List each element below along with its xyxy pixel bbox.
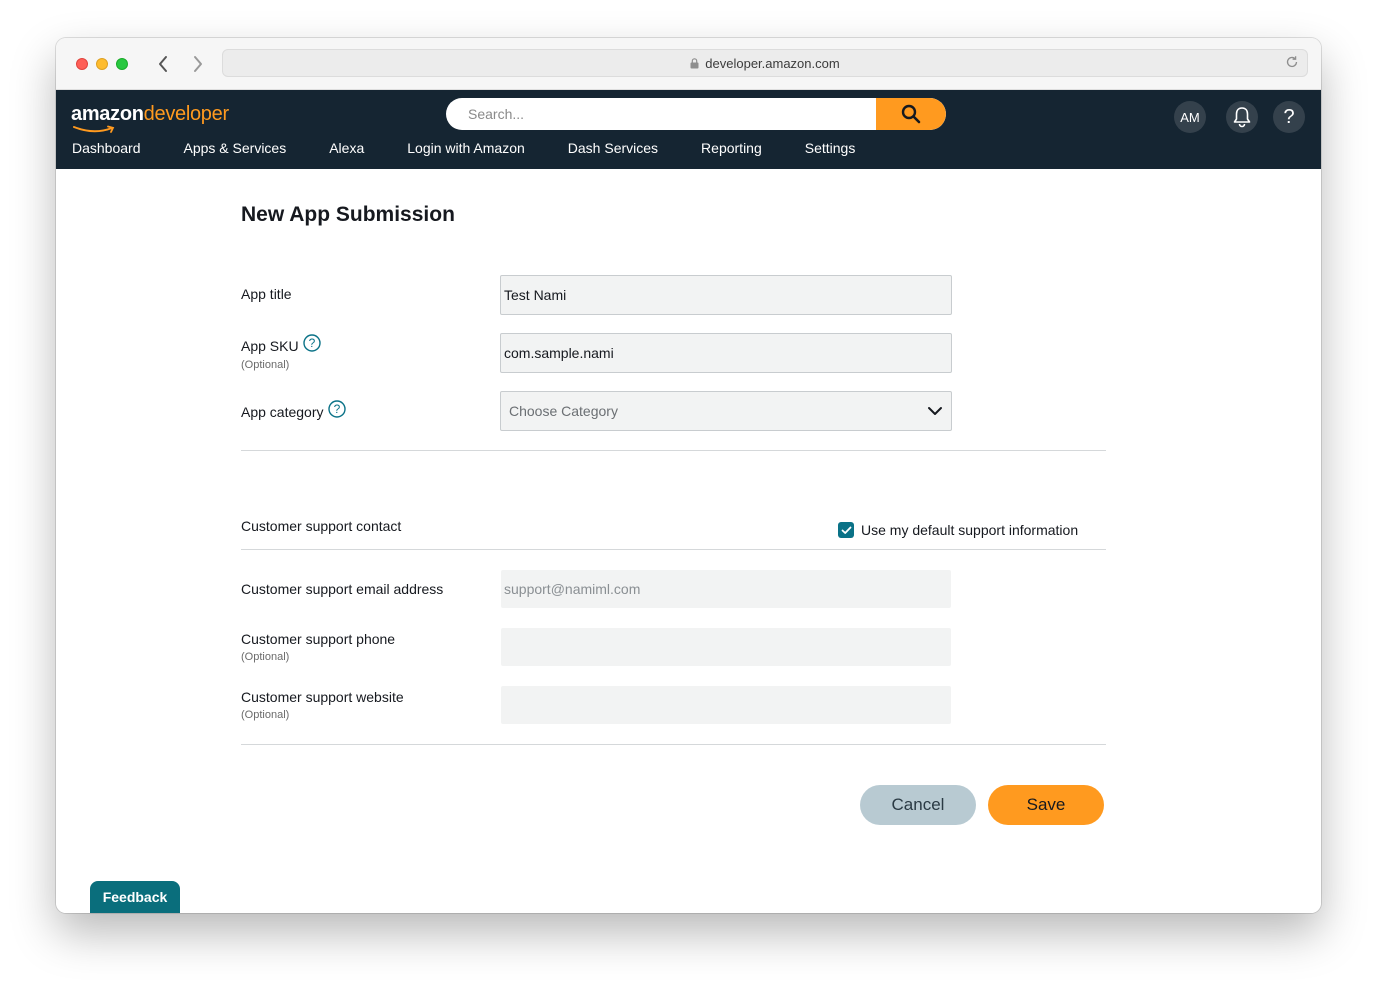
- reload-icon[interactable]: [1285, 55, 1299, 69]
- main-content: New App Submission App title App SKU ? (…: [56, 169, 1321, 913]
- help-button[interactable]: ?: [1273, 101, 1305, 133]
- feedback-button[interactable]: Feedback: [90, 881, 180, 913]
- save-button[interactable]: Save: [988, 785, 1104, 825]
- nav-dash-services[interactable]: Dash Services: [568, 140, 658, 156]
- support-contact-label-text: Customer support contact: [241, 518, 402, 534]
- logo-amazon-text: amazon: [71, 103, 144, 125]
- section-divider: [241, 549, 1106, 550]
- nav-login-with-amazon[interactable]: Login with Amazon: [407, 140, 525, 156]
- notifications-button[interactable]: [1226, 101, 1258, 133]
- support-website-label-text: Customer support website: [241, 689, 404, 705]
- app-sku-input[interactable]: [500, 333, 952, 373]
- support-phone-label: Customer support phone: [241, 631, 395, 647]
- app-title-label-text: App title: [241, 286, 292, 302]
- zoom-window-button[interactable]: [116, 58, 128, 70]
- support-website-label: Customer support website: [241, 689, 404, 705]
- user-avatar-button[interactable]: AM: [1174, 101, 1206, 133]
- lock-icon: [690, 57, 699, 69]
- close-window-button[interactable]: [76, 58, 88, 70]
- app-sku-label: App SKU ?: [241, 334, 321, 354]
- search-button[interactable]: [876, 98, 946, 130]
- app-sku-label-text: App SKU: [241, 338, 299, 354]
- nav-alexa[interactable]: Alexa: [329, 140, 364, 156]
- app-sku-optional: (Optional): [241, 359, 290, 371]
- support-website-optional: (Optional): [241, 709, 290, 721]
- page-title: New App Submission: [241, 203, 455, 226]
- support-phone-label-text: Customer support phone: [241, 631, 396, 647]
- chevron-down-icon: [928, 407, 942, 415]
- logo-developer-text: developer: [143, 103, 229, 125]
- support-website-input[interactable]: [501, 686, 951, 724]
- support-phone-optional: (Optional): [241, 651, 290, 663]
- nav-apps-services[interactable]: Apps & Services: [184, 140, 287, 156]
- cancel-button[interactable]: Cancel: [860, 785, 976, 825]
- default-support-checkbox-row[interactable]: Use my default support information: [838, 522, 1078, 538]
- search-icon: [901, 104, 921, 124]
- app-category-label: App category ?: [241, 400, 346, 420]
- minimize-window-button[interactable]: [96, 58, 108, 70]
- default-support-checkbox[interactable]: [838, 522, 854, 538]
- nav-dashboard[interactable]: Dashboard: [72, 140, 141, 156]
- bell-icon: [1233, 107, 1251, 128]
- app-title-input[interactable]: [500, 275, 952, 315]
- browser-toolbar: developer.amazon.com: [56, 38, 1321, 90]
- app-category-select[interactable]: Choose Category: [500, 391, 952, 431]
- default-support-label: Use my default support information: [861, 522, 1079, 538]
- search-bar: [446, 98, 946, 130]
- nav-settings[interactable]: Settings: [805, 140, 856, 156]
- checkmark-icon: [841, 526, 851, 534]
- url-text: developer.amazon.com: [705, 55, 840, 71]
- support-contact-label: Customer support contact: [241, 518, 401, 534]
- site-header: amazondeveloper AM ? Dashboard Apps & Se…: [56, 90, 1321, 169]
- amazon-smile-icon: [73, 125, 115, 133]
- browser-window: developer.amazon.com amazondeveloper AM …: [56, 38, 1321, 913]
- search-input[interactable]: [446, 98, 876, 130]
- address-bar[interactable]: developer.amazon.com: [222, 49, 1308, 77]
- nav-reporting[interactable]: Reporting: [701, 140, 762, 156]
- support-email-input[interactable]: [501, 570, 951, 608]
- section-divider: [241, 744, 1106, 745]
- support-phone-input[interactable]: [501, 628, 951, 666]
- back-arrow-icon[interactable]: [152, 53, 174, 75]
- help-circle-icon[interactable]: ?: [302, 334, 321, 352]
- app-category-label-text: App category: [241, 404, 324, 420]
- support-email-label-text: Customer support email address: [241, 581, 444, 597]
- forward-arrow-icon[interactable]: [187, 53, 209, 75]
- help-circle-icon[interactable]: ?: [327, 400, 346, 418]
- app-category-placeholder: Choose Category: [509, 403, 618, 419]
- support-email-label: Customer support email address: [241, 581, 443, 597]
- main-navigation: Dashboard Apps & Services Alexa Login wi…: [72, 140, 898, 156]
- svg-text:?: ?: [308, 336, 315, 350]
- amazon-developer-logo[interactable]: amazondeveloper: [71, 103, 229, 126]
- svg-text:?: ?: [333, 402, 340, 416]
- section-divider: [241, 450, 1106, 451]
- app-title-label: App title: [241, 286, 292, 302]
